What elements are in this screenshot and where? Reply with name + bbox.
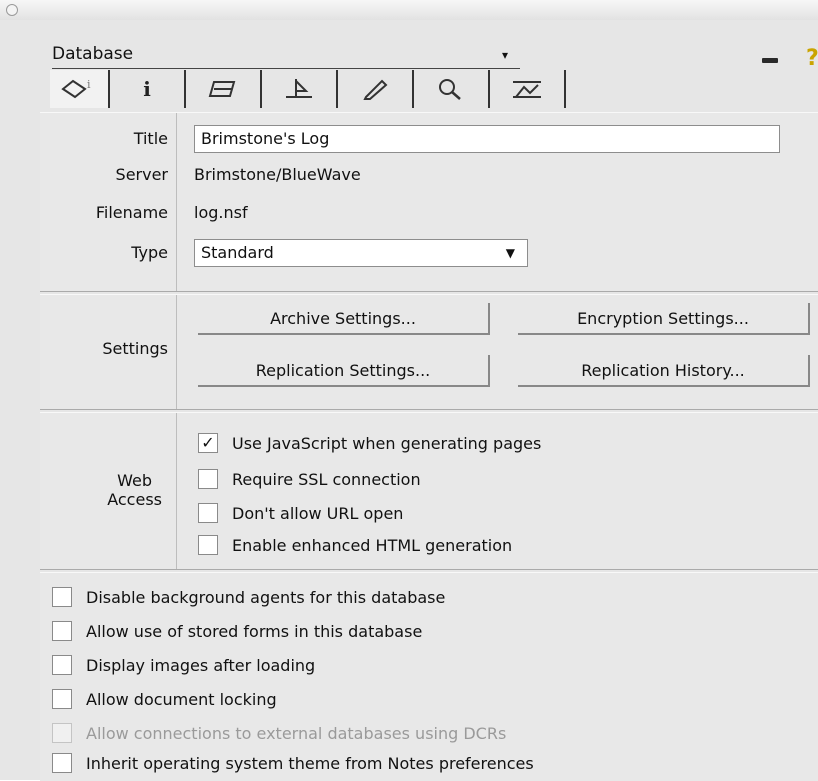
option-use-javascript[interactable]: ✓ Use JavaScript when generating pages (198, 433, 541, 453)
info-tab-icon: i (61, 78, 91, 99)
tab-info[interactable]: i (50, 70, 110, 108)
checkbox[interactable] (198, 503, 218, 523)
advanced-icon (513, 81, 541, 98)
option-require-ssl[interactable]: Require SSL connection (198, 469, 421, 489)
title-label: Title (133, 129, 168, 148)
checkbox-checked[interactable]: ✓ (198, 433, 218, 453)
search-icon (439, 79, 461, 100)
tab-printing[interactable] (186, 70, 262, 108)
info-icon: i (143, 77, 151, 101)
web-access-section: Web Access ✓ Use JavaScript when generat… (40, 412, 818, 570)
replication-history-button[interactable]: Replication History... (518, 355, 810, 387)
option-label: Inherit operating system theme from Note… (86, 753, 534, 773)
tab-bar: i i (50, 70, 610, 108)
window-titlebar (0, 0, 818, 21)
selector-label: Database (52, 44, 134, 64)
type-label: Type (131, 243, 168, 262)
tab-launch[interactable] (338, 70, 414, 108)
title-field[interactable]: Brimstone's Log (194, 125, 780, 153)
type-select-value: Standard (201, 243, 274, 262)
settings-section: Settings Archive Settings... Encryption … (40, 294, 818, 410)
tab-design[interactable] (262, 70, 338, 108)
properties-panel: Database ▾ ? i i Title Brimstone's Log S… (0, 20, 818, 781)
option-disallow-url-open[interactable]: Don't allow URL open (198, 503, 403, 523)
tab-info-detail[interactable]: i (110, 70, 186, 108)
option-label: Enable enhanced HTML generation (232, 535, 513, 555)
option-label: Require SSL connection (232, 469, 421, 489)
section-divider (176, 113, 177, 291)
filename-value: log.nsf (194, 203, 248, 222)
tab-advanced[interactable] (490, 70, 566, 108)
option-label: Use JavaScript when generating pages (232, 433, 542, 453)
check-icon: ✓ (201, 433, 215, 452)
checkbox[interactable] (198, 469, 218, 489)
option-label: Allow use of stored forms in this databa… (86, 621, 423, 641)
checkbox[interactable] (198, 535, 218, 555)
option-label: Allow document locking (86, 689, 277, 709)
help-icon[interactable]: ? (806, 46, 818, 71)
web-access-label-line1: Web (117, 471, 153, 490)
option-document-locking[interactable]: Allow document locking (52, 689, 277, 709)
collapse-icon[interactable] (762, 58, 778, 63)
archive-settings-button[interactable]: Archive Settings... (198, 303, 490, 335)
checkbox[interactable] (52, 587, 72, 607)
section-divider (176, 295, 177, 409)
pencil-icon (363, 79, 388, 100)
chevron-down-icon: ▼ (505, 246, 515, 260)
option-enhanced-html[interactable]: Enable enhanced HTML generation (198, 535, 512, 555)
web-access-label: Web Access (107, 471, 162, 509)
option-inherit-os-theme[interactable]: Inherit operating system theme from Note… (52, 753, 534, 773)
printer-icon (208, 81, 236, 97)
filename-label: Filename (95, 203, 168, 222)
option-disable-background-agents[interactable]: Disable background agents for this datab… (52, 587, 445, 607)
option-display-images[interactable]: Display images after loading (52, 655, 315, 675)
checkbox[interactable] (52, 655, 72, 675)
encryption-settings-button[interactable]: Encryption Settings... (518, 303, 810, 335)
design-icon (286, 79, 312, 98)
type-select[interactable]: Standard ▼ (194, 239, 528, 267)
chevron-down-icon: ▾ (501, 48, 508, 62)
option-label: Display images after loading (86, 655, 316, 675)
section-divider (176, 413, 177, 569)
option-label: Allow connections to external databases … (86, 723, 507, 743)
option-label: Disable background agents for this datab… (86, 587, 446, 607)
server-value: Brimstone/BlueWave (194, 165, 361, 184)
checkbox[interactable] (52, 753, 72, 773)
properties-selector[interactable]: Database ▾ (52, 44, 520, 69)
checkbox-disabled (52, 723, 72, 743)
server-label: Server (115, 165, 168, 184)
option-external-dcr-connections: Allow connections to external databases … (52, 723, 506, 743)
replication-settings-button[interactable]: Replication Settings... (198, 355, 490, 387)
general-options-section: Disable background agents for this datab… (40, 572, 818, 781)
web-access-label-line2: Access (107, 490, 162, 509)
option-label: Don't allow URL open (232, 503, 404, 523)
checkbox[interactable] (52, 621, 72, 641)
option-stored-forms[interactable]: Allow use of stored forms in this databa… (52, 621, 422, 641)
tab-search[interactable] (414, 70, 490, 108)
svg-text:i: i (87, 78, 91, 91)
checkbox[interactable] (52, 689, 72, 709)
basics-section: Title Brimstone's Log Server Brimstone/B… (40, 112, 818, 292)
window-close-button[interactable] (6, 4, 18, 16)
settings-label: Settings (102, 339, 168, 358)
